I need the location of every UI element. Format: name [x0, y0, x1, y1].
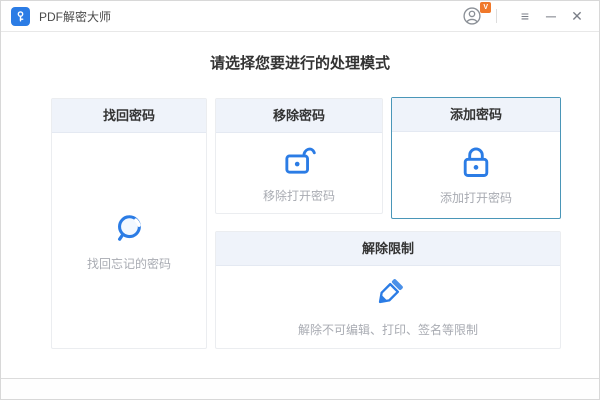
- card-unrestrict-body: 解除不可编辑、打印、签名等限制: [216, 266, 560, 348]
- app-title: PDF解密大师: [39, 8, 111, 25]
- card-remove-title: 移除密码: [216, 99, 382, 133]
- titlebar: PDF解密大师 V ≡ ─ ✕: [1, 1, 599, 32]
- card-remove-password[interactable]: 移除密码 移除打开密码: [215, 98, 383, 214]
- minimize-icon: ─: [546, 8, 556, 24]
- card-recover-body: 找回忘记的密码: [52, 133, 206, 348]
- card-unrestrict-desc: 解除不可编辑、打印、签名等限制: [298, 321, 478, 338]
- card-unrestrict-title: 解除限制: [216, 232, 560, 266]
- avatar-icon: [462, 6, 482, 26]
- card-add-title: 添加密码: [392, 98, 560, 132]
- close-icon: ✕: [571, 8, 583, 24]
- unlock-icon: [281, 142, 317, 178]
- close-button[interactable]: ✕: [567, 6, 587, 26]
- menu-icon: ≡: [521, 8, 529, 24]
- footer: [1, 378, 599, 399]
- card-add-body: 添加打开密码: [392, 132, 560, 218]
- card-recover-desc: 找回忘记的密码: [87, 255, 171, 272]
- card-recover-password[interactable]: 找回密码 找回忘记的密码: [51, 98, 207, 349]
- card-remove-desc: 移除打开密码: [263, 187, 335, 204]
- user-account-button[interactable]: V: [462, 6, 482, 26]
- app-window: PDF解密大师 V ≡ ─ ✕ 请选择您要进行的处理模式: [0, 0, 600, 400]
- titlebar-left: PDF解密大师: [11, 7, 111, 26]
- minimize-button[interactable]: ─: [541, 6, 561, 26]
- key-icon: [14, 10, 27, 23]
- lock-icon: [458, 144, 494, 180]
- pencil-icon: [370, 276, 406, 312]
- card-remove-body: 移除打开密码: [216, 133, 382, 213]
- menu-button[interactable]: ≡: [515, 6, 535, 26]
- page-title: 请选择您要进行的处理模式: [1, 52, 599, 73]
- card-recover-title: 找回密码: [52, 99, 206, 133]
- magnifier-icon: [111, 210, 147, 246]
- titlebar-divider: [496, 9, 497, 23]
- vip-badge: V: [480, 2, 491, 13]
- titlebar-controls: V ≡ ─ ✕: [462, 6, 587, 26]
- card-add-desc: 添加打开密码: [440, 189, 512, 206]
- app-logo: [11, 7, 30, 26]
- card-add-password[interactable]: 添加密码 添加打开密码: [391, 97, 561, 219]
- card-remove-restrictions[interactable]: 解除限制 解除不可编辑、打印、签名等限制: [215, 231, 561, 349]
